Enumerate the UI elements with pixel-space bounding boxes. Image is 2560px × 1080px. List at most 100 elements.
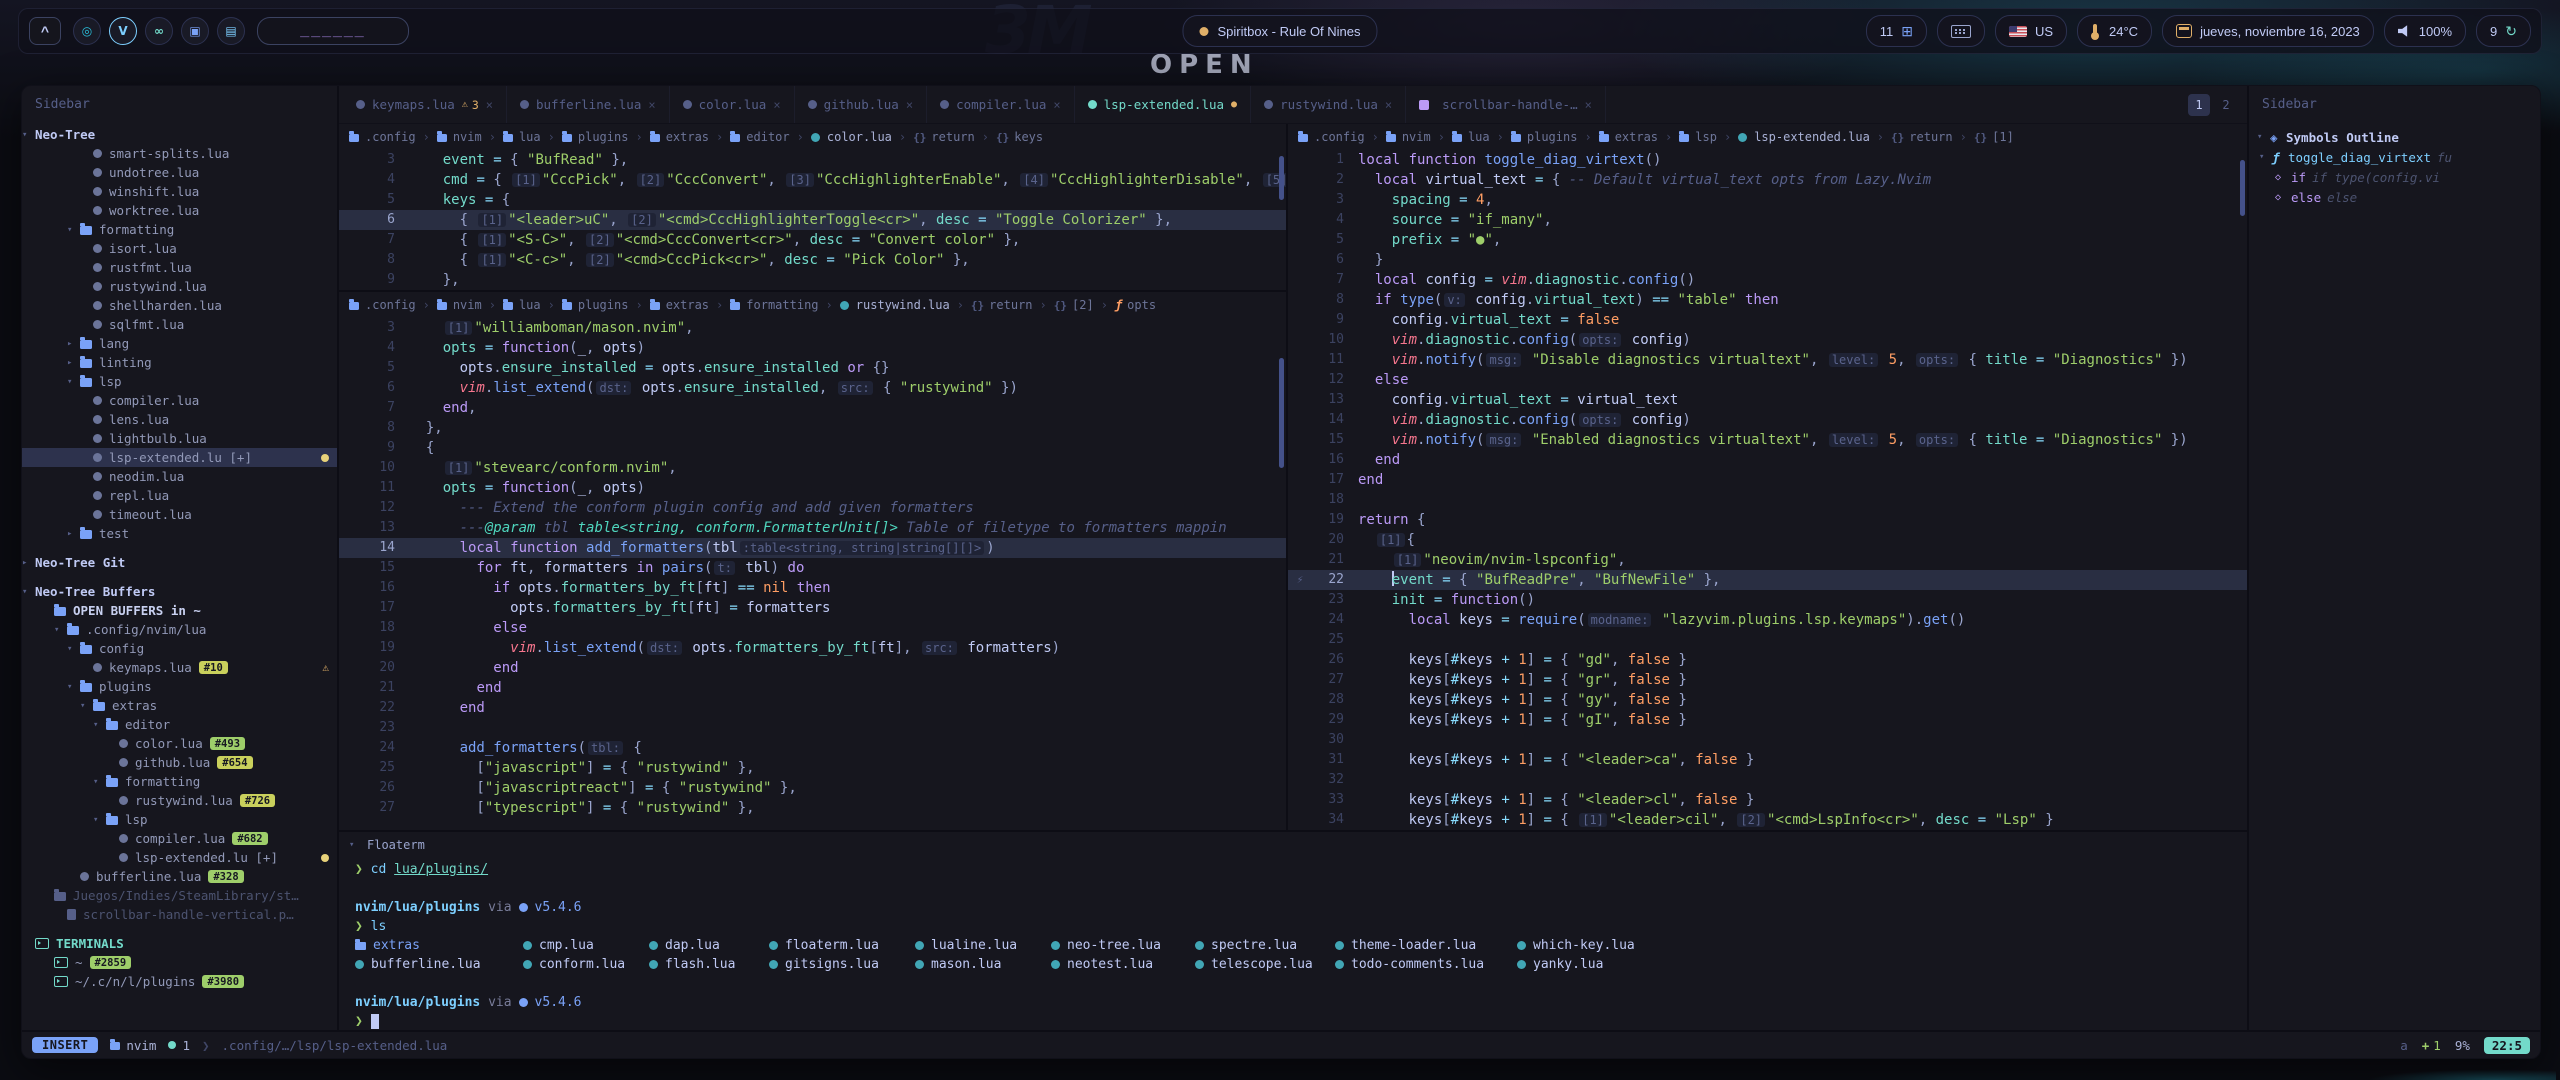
windows-module[interactable]: 11⊞ [1866,15,1927,47]
outline-item[interactable]: ◇ifif type(config.vi [2249,167,2540,187]
breadcrumb-item[interactable]: lsp-extended.lua [1754,130,1870,144]
tree-item[interactable]: sqlfmt.lua [22,315,337,334]
outline-item[interactable]: ◇elseelse [2249,187,2540,207]
tree-item[interactable]: lens.lua [22,410,337,429]
section-header-terminals[interactable]: TERMINALS [22,934,337,953]
code-area[interactable]: 3 event = { "BufRead" },4 cmd = { [1]"Cc… [339,150,1286,290]
breadcrumb-item[interactable]: lua [519,298,541,312]
keyboard-module[interactable] [1937,15,1985,47]
tree-item[interactable]: scrollbar-handle-vertical.p… [22,905,337,924]
close-icon[interactable]: × [1585,98,1592,112]
breadcrumb-item[interactable]: color.lua [827,130,892,144]
breadcrumb-item[interactable]: plugins [1527,130,1578,144]
tree-item[interactable]: OPEN BUFFERS in ~ [22,601,337,620]
breadcrumb-item[interactable]: lsp [1695,130,1717,144]
close-icon[interactable]: × [648,98,655,112]
scrollbar-handle[interactable] [1279,156,1284,200]
breadcrumb-item[interactable]: lua [1468,130,1490,144]
tree-item[interactable]: compiler.lua#682 [22,829,337,848]
breadcrumb-item[interactable]: rustywind.lua [856,298,950,312]
tree-item[interactable]: ~/.c/n/l/plugins#3980 [22,972,337,991]
code-area[interactable]: 3 [1]"williamboman/mason.nvim",4 opts = … [339,318,1286,830]
tree-item[interactable]: worktree.lua [22,201,337,220]
workspace-button-3[interactable]: ∞ [145,17,173,45]
tree-item[interactable]: compiler.lua [22,391,337,410]
breadcrumb-item[interactable]: .config [365,130,416,144]
updates-module[interactable]: 9↻ [2476,15,2531,47]
tree-item[interactable]: ▸linting [22,353,337,372]
tree-item[interactable]: ~#2859 [22,953,337,972]
breadcrumb-item[interactable]: plugins [578,298,629,312]
tree-item[interactable]: lsp-extended.lu [+] [22,848,337,867]
close-icon[interactable]: × [906,98,913,112]
workspace-button-2[interactable]: V [109,17,137,45]
tab-scrollbar-handle-[interactable]: scrollbar-handle-…× [1406,86,1606,123]
tree-item[interactable]: winshift.lua [22,182,337,201]
tab-color-lua[interactable]: color.lua× [670,86,795,123]
tree-item[interactable]: repl.lua [22,486,337,505]
tree-item[interactable]: ▾editor [22,715,337,734]
breadcrumb-item[interactable]: extras [666,298,709,312]
close-icon[interactable]: × [1385,98,1392,112]
workspace-button-1[interactable]: ◎ [73,17,101,45]
close-icon[interactable]: × [486,98,493,112]
tree-item[interactable]: github.lua#654 [22,753,337,772]
section-header-neo-tree[interactable]: ▾Neo-Tree [22,125,337,144]
tree-item[interactable]: ▸test [22,524,337,543]
close-icon[interactable]: × [1053,98,1060,112]
volume-module[interactable]: 100% [2384,15,2466,47]
breadcrumb-item[interactable]: extras [1615,130,1658,144]
media-player-module[interactable]: Spiritbox - Rule Of Nines [1182,15,1377,47]
tree-item[interactable]: shellharden.lua [22,296,337,315]
terminal-output[interactable]: ❯ cd lua/plugins/nvim/lua/plugins viav5.… [339,858,2247,1030]
window-title-pill[interactable]: ______ [257,17,409,45]
section-header-neo-tree-buffers[interactable]: ▾Neo-Tree Buffers [22,582,337,601]
tree-item[interactable]: neodim.lua [22,467,337,486]
launcher-button[interactable]: ^ [29,17,61,45]
tree-item[interactable]: color.lua#493 [22,734,337,753]
tree-item[interactable]: bufferline.lua#328 [22,867,337,886]
breadcrumb-item[interactable]: nvim [1402,130,1431,144]
tabpage-1[interactable]: 1 [2188,94,2210,116]
tabpage-2[interactable]: 2 [2215,94,2237,116]
tree-item[interactable]: lsp-extended.lu [+] [22,448,337,467]
breadcrumb-item[interactable]: return [931,130,974,144]
tree-item[interactable]: rustywind.lua#726 [22,791,337,810]
tree-item[interactable]: ▾formatting [22,220,337,239]
tab-lsp-extended-lua[interactable]: lsp-extended.lua● [1075,86,1251,123]
tree-item[interactable]: timeout.lua [22,505,337,524]
breadcrumb-item[interactable]: opts [1127,298,1156,312]
breadcrumb-item[interactable]: nvim [453,130,482,144]
tree-item[interactable]: Juegos/Indies/SteamLibrary/st… [22,886,337,905]
breadcrumb-item[interactable]: extras [666,130,709,144]
clock-module[interactable]: jueves, noviembre 16, 2023 [2162,15,2374,47]
tree-item[interactable]: ▾lsp [22,810,337,829]
scrollbar-handle[interactable] [2240,160,2245,216]
symbols-outline-header[interactable]: ▾◈Symbols Outline [2249,127,2540,147]
tree-item[interactable]: keymaps.lua#10⚠ [22,658,337,677]
breadcrumb-item[interactable]: .config [365,298,416,312]
breadcrumb-item[interactable]: editor [746,130,789,144]
tree-item[interactable]: ▾extras [22,696,337,715]
outline-item[interactable]: ▾ƒtoggle_diag_virtextfu [2249,147,2540,167]
tree-item[interactable]: ▾lsp [22,372,337,391]
tab-keymaps-lua[interactable]: keymaps.lua⚠3× [343,86,507,123]
layout-module[interactable]: US [1995,15,2067,47]
tree-item[interactable]: rustfmt.lua [22,258,337,277]
close-icon[interactable]: × [773,98,780,112]
breadcrumb-item[interactable]: [1] [1992,130,2014,144]
tab-github-lua[interactable]: github.lua× [795,86,928,123]
breadcrumb-item[interactable]: formatting [746,298,818,312]
breadcrumb-item[interactable]: lua [519,130,541,144]
scrollbar-handle[interactable] [1279,358,1284,468]
section-header-neo-tree-git[interactable]: ▸Neo-Tree Git [22,553,337,572]
tree-item[interactable]: ▸lang [22,334,337,353]
tab-bufferline-lua[interactable]: bufferline.lua× [507,86,670,123]
tree-item[interactable]: rustywind.lua [22,277,337,296]
tree-item[interactable]: ▾.config/nvim/lua [22,620,337,639]
tab-rustywind-lua[interactable]: rustywind.lua× [1251,86,1406,123]
breadcrumb-item[interactable]: return [989,298,1032,312]
breadcrumb-item[interactable]: .config [1314,130,1365,144]
breadcrumb-item[interactable]: [2] [1072,298,1094,312]
tree-item[interactable]: ▾config [22,639,337,658]
